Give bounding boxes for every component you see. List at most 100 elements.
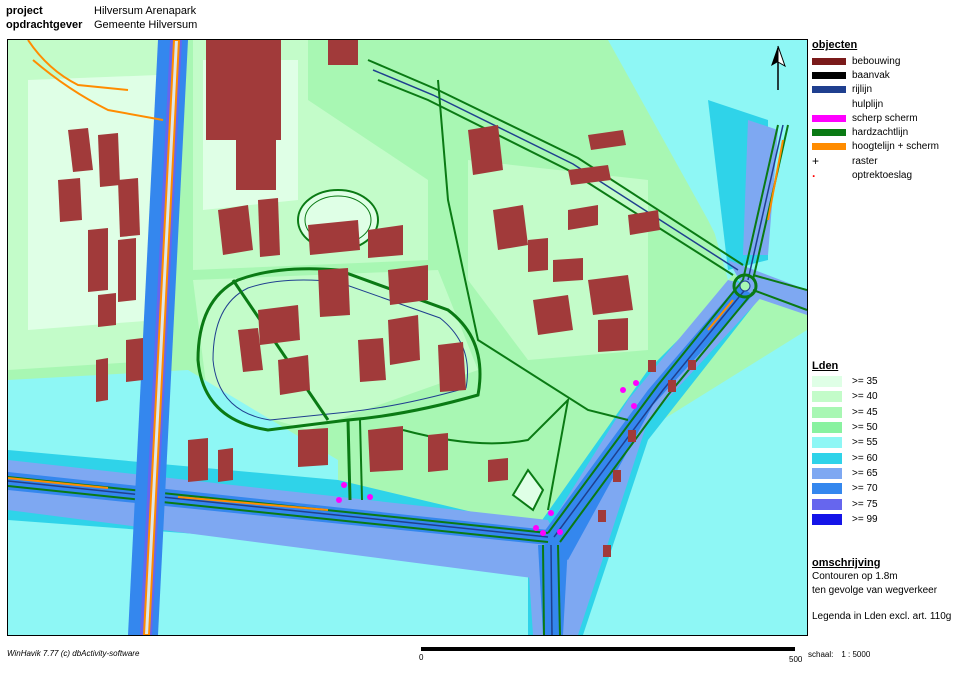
project-value: Hilversum Arenapark bbox=[94, 5, 197, 17]
building-swatch bbox=[812, 57, 846, 65]
building bbox=[628, 430, 636, 442]
screen-dot bbox=[367, 494, 373, 500]
building bbox=[648, 360, 656, 372]
lden-label: >= 99 bbox=[852, 513, 878, 525]
legend-item-bebouwing: bebouwing bbox=[812, 54, 978, 68]
legend-label: hulplijn bbox=[852, 98, 884, 110]
client-label: opdrachtgever bbox=[6, 19, 83, 31]
screen-dot bbox=[620, 387, 626, 393]
building bbox=[98, 293, 116, 327]
lden-label: >= 50 bbox=[852, 422, 878, 434]
lden-label: >= 35 bbox=[852, 376, 878, 388]
building bbox=[118, 238, 136, 302]
building bbox=[88, 228, 108, 292]
map-canvas bbox=[8, 40, 807, 635]
lden-row: >= 50 bbox=[812, 420, 978, 435]
lden-label: >= 40 bbox=[852, 391, 878, 403]
legend-item-hardzachtlijn: hardzachtlijn bbox=[812, 125, 978, 139]
client-value: Gemeente Hilversum bbox=[94, 19, 198, 31]
legend-label: raster bbox=[852, 155, 878, 167]
building bbox=[218, 205, 253, 255]
building bbox=[258, 305, 300, 345]
building bbox=[488, 458, 508, 482]
legend-label: hardzachtlijn bbox=[852, 127, 909, 139]
building bbox=[533, 295, 573, 335]
legend-item-hoogtelijn: hoogtelijn + scherm bbox=[812, 140, 978, 154]
scale-label-group: schaal: 1 : 5000 bbox=[808, 650, 870, 659]
auxiliary-line-swatch bbox=[812, 100, 846, 108]
scale-value: 1 : 5000 bbox=[841, 650, 871, 659]
lden-label: >= 55 bbox=[852, 437, 878, 449]
lden-swatch bbox=[812, 513, 842, 525]
building bbox=[368, 225, 403, 258]
screen-dot bbox=[533, 525, 539, 531]
legend-objects: objecten bebouwing baanvak rijlijn hulpl… bbox=[812, 39, 978, 183]
road-swatch bbox=[812, 71, 846, 79]
legend-item-hulplijn: hulplijn bbox=[812, 97, 978, 111]
lden-row: >= 70 bbox=[812, 481, 978, 496]
building bbox=[126, 338, 143, 382]
screen-dot bbox=[540, 530, 546, 536]
building bbox=[388, 315, 420, 365]
lden-row: >= 75 bbox=[812, 496, 978, 511]
building bbox=[668, 380, 676, 392]
building bbox=[368, 426, 403, 472]
lden-row: >= 99 bbox=[812, 512, 978, 527]
legend-item-baanvak: baanvak bbox=[812, 68, 978, 82]
description-line: Contouren op 1.8m bbox=[812, 571, 898, 582]
building bbox=[613, 470, 621, 482]
height-line-screen-swatch bbox=[812, 143, 846, 151]
project-label: project bbox=[6, 5, 43, 17]
screen-dot bbox=[557, 529, 563, 535]
legend-label: baanvak bbox=[852, 69, 890, 81]
building bbox=[598, 318, 628, 352]
lden-swatch bbox=[812, 467, 842, 479]
building bbox=[603, 545, 611, 557]
legend-item-rijlijn: rijlijn bbox=[812, 83, 978, 97]
legend-item-raster: + raster bbox=[812, 154, 978, 168]
hard-soft-line-swatch bbox=[812, 129, 846, 137]
building bbox=[58, 178, 82, 222]
lden-swatch bbox=[812, 376, 842, 388]
scale-end: 500 bbox=[789, 655, 803, 664]
building bbox=[358, 338, 386, 382]
lden-label: >= 65 bbox=[852, 467, 878, 479]
noise-contour-map bbox=[7, 39, 808, 636]
building bbox=[96, 358, 108, 402]
screen-dot bbox=[548, 510, 554, 516]
screen-dot bbox=[631, 403, 637, 409]
legend-label: optrektoeslag bbox=[852, 170, 913, 182]
legend-label: scherp scherm bbox=[852, 112, 918, 124]
software-credit: WinHavik 7.77 (c) dbActivity-software bbox=[7, 649, 140, 658]
legend-item-scherp-scherm: scherp scherm bbox=[812, 111, 978, 125]
scale-label: schaal: bbox=[808, 650, 834, 659]
lden-swatch bbox=[812, 452, 842, 464]
roundabout-center bbox=[739, 280, 751, 292]
legend-label: rijlijn bbox=[852, 84, 872, 96]
building bbox=[428, 433, 448, 472]
building bbox=[258, 198, 280, 257]
building bbox=[278, 355, 310, 395]
legend-item-optrektoeslag: · optrektoeslag bbox=[812, 168, 978, 182]
connector-road-1 bbox=[346, 419, 352, 501]
lden-row: >= 45 bbox=[812, 405, 978, 420]
screen-dot bbox=[341, 482, 347, 488]
legend-lden: Lden >= 35 >= 40 >= 45 >= 50 >= 55 >= 60… bbox=[812, 360, 978, 527]
scale-start: 0 bbox=[419, 653, 424, 662]
building bbox=[236, 140, 276, 190]
lden-swatch bbox=[812, 483, 842, 495]
screen-dot bbox=[633, 380, 639, 386]
building bbox=[493, 205, 528, 250]
description-line: ten gevolge van wegverkeer bbox=[812, 585, 938, 596]
building bbox=[308, 220, 360, 255]
building bbox=[318, 268, 350, 317]
lden-row: >= 60 bbox=[812, 450, 978, 465]
building bbox=[438, 342, 466, 392]
building bbox=[118, 178, 140, 237]
lden-row: >= 35 bbox=[812, 374, 978, 389]
lden-swatch bbox=[812, 422, 842, 434]
building bbox=[98, 133, 120, 187]
building bbox=[218, 448, 233, 482]
grid-plus-icon: + bbox=[812, 154, 820, 169]
lden-row: >= 65 bbox=[812, 466, 978, 481]
